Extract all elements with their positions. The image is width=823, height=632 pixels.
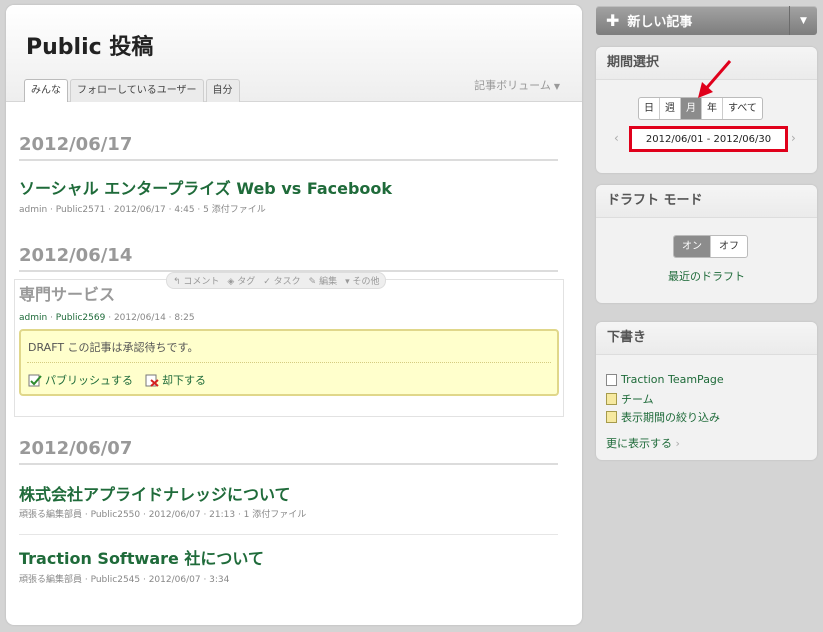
document-edit-icon xyxy=(606,411,617,423)
new-post-label: 新しい記事 xyxy=(627,15,693,30)
post-title-link[interactable]: Traction Software 社について xyxy=(19,545,264,569)
post-meta: 頑張る編集部員 · Public2545 · 2012/06/07 · 3:34 xyxy=(19,575,230,585)
date-heading: 2012/06/17 xyxy=(19,134,558,161)
post-title-link[interactable]: ソーシャル エンタープライズ Web vs Facebook xyxy=(19,175,392,199)
drafts-panel-title: 下書き xyxy=(596,322,817,355)
post-id-link[interactable]: Public2569 xyxy=(56,313,106,323)
edit-action[interactable]: ✎ 編集 xyxy=(309,274,337,287)
article-volume-dropdown[interactable]: 記事ボリューム ▼ xyxy=(474,77,560,93)
publish-button[interactable]: パブリッシュする xyxy=(28,372,133,388)
reject-icon xyxy=(145,374,159,387)
period-all-button[interactable]: すべて xyxy=(723,98,762,119)
divider xyxy=(19,534,558,535)
comment-action[interactable]: ↰ コメント xyxy=(173,274,219,287)
chevron-right-icon[interactable]: › xyxy=(791,131,796,145)
draft-mode-off-button[interactable]: オフ xyxy=(711,236,747,257)
draft-mode-toggle: オン オフ xyxy=(673,235,748,258)
document-edit-icon xyxy=(606,393,617,405)
chevron-down-icon: ▼ xyxy=(553,82,560,91)
draft-list-item[interactable]: 表示期間の絞り込み xyxy=(606,409,720,425)
date-heading: 2012/06/14 xyxy=(19,245,558,272)
document-icon xyxy=(606,373,617,386)
post-meta: 頑張る編集部員 · Public2550 · 2012/06/07 · 21:1… xyxy=(19,510,307,520)
period-week-button[interactable]: 週 xyxy=(660,98,681,119)
draft-post-title[interactable]: 専門サービス xyxy=(19,281,115,305)
recent-drafts-link[interactable]: 最近のドラフト xyxy=(668,268,745,284)
draft-post-meta: admin · Public2569 · 2012/06/14 · 8:25 xyxy=(19,313,195,323)
tab-following[interactable]: フォローしているユーザー xyxy=(70,79,204,102)
draft-list-item[interactable]: Traction TeamPage xyxy=(606,373,724,386)
period-month-button[interactable]: 月 xyxy=(681,98,702,119)
task-action[interactable]: ✓ タスク xyxy=(263,274,300,287)
tab-mine[interactable]: 自分 xyxy=(205,79,240,102)
author-link[interactable]: admin xyxy=(19,313,47,323)
plus-icon: ✚ xyxy=(606,11,620,30)
post-title-link[interactable]: 株式会社アプライドナレッジについて xyxy=(19,481,291,505)
approval-message: DRAFT この記事は承認待ちです。 xyxy=(28,341,199,354)
period-selector: 日 週 月 年 すべて xyxy=(638,97,763,120)
tab-everyone[interactable]: みんな xyxy=(24,79,68,102)
chevron-left-icon[interactable]: ‹ xyxy=(614,131,619,145)
draft-mode-on-button[interactable]: オン xyxy=(674,236,711,257)
divider xyxy=(27,362,551,363)
main-header: Public 投稿 みんな フォローしているユーザー 自分 記事ボリューム ▼ xyxy=(6,5,582,102)
date-heading: 2012/06/07 xyxy=(19,438,558,465)
chevron-right-icon: › xyxy=(675,437,680,450)
approval-box: DRAFT この記事は承認待ちです。 パブリッシュする 却下する xyxy=(19,329,559,396)
red-arrow-annotation xyxy=(698,60,732,98)
post-action-toolbar: ↰ コメント ◈ タグ ✓ タスク ✎ 編集 ▾ その他 xyxy=(166,272,387,289)
page-title: Public 投稿 xyxy=(26,35,154,60)
tab-bar: みんな フォローしているユーザー 自分 xyxy=(24,79,242,102)
publish-icon xyxy=(28,374,42,387)
period-day-button[interactable]: 日 xyxy=(639,98,660,119)
new-post-button[interactable]: ✚ 新しい記事 ▼ xyxy=(596,6,817,35)
chevron-down-icon[interactable]: ▼ xyxy=(789,6,817,35)
more-action[interactable]: ▾ その他 xyxy=(345,274,379,287)
article-volume-label: 記事ボリューム xyxy=(474,79,551,92)
date-range-display: 2012/06/01 - 2012/06/30 xyxy=(629,126,788,152)
draft-list-item[interactable]: チーム xyxy=(606,391,654,407)
approval-actions: パブリッシュする 却下する xyxy=(28,372,206,388)
reject-button[interactable]: 却下する xyxy=(145,372,206,388)
period-year-button[interactable]: 年 xyxy=(702,98,723,119)
tag-action[interactable]: ◈ タグ xyxy=(227,274,255,287)
post-meta: admin · Public2571 · 2012/06/17 · 4:45 ·… xyxy=(19,205,266,215)
draft-mode-panel-title: ドラフト モード xyxy=(596,185,817,218)
show-more-link[interactable]: 更に表示する › xyxy=(606,435,680,451)
